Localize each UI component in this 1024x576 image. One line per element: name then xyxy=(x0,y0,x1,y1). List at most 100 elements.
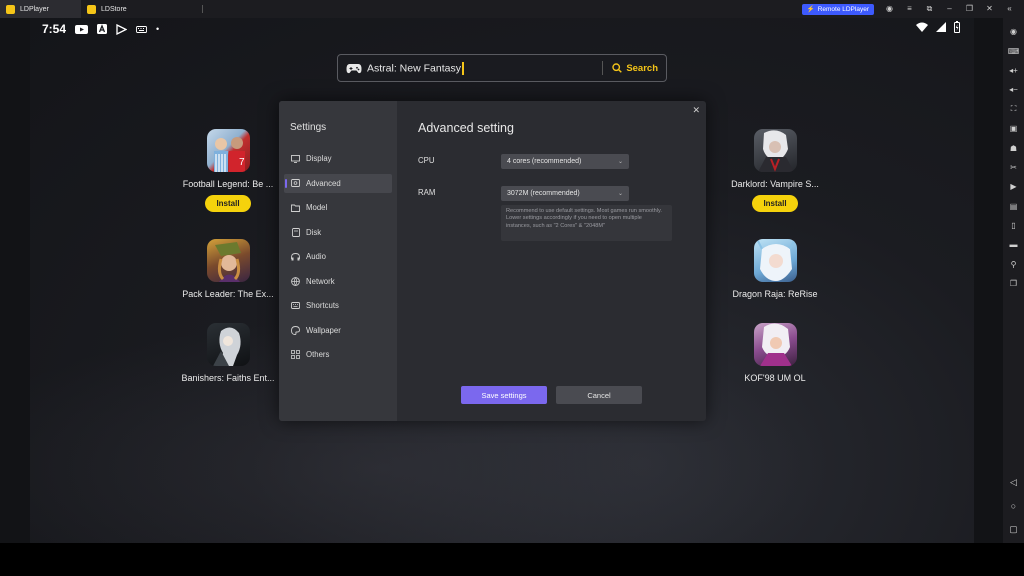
menu-item-label: Shortcuts xyxy=(306,301,339,310)
ldplayer-logo-icon xyxy=(6,4,15,14)
menu-item-model[interactable]: Model xyxy=(284,198,392,217)
ram-value: 3072M (recommended) xyxy=(507,190,580,197)
shake-icon[interactable]: ▯ xyxy=(1003,216,1024,235)
keyboard-mapping-icon[interactable]: ⌨ xyxy=(1003,41,1024,60)
title-bar: LDPlayer LDStore ⚡ Remote LDPlayer ◉ ≡ ⧉… xyxy=(0,0,1024,18)
menu-item-label: Disk xyxy=(306,227,322,237)
record-icon[interactable]: ▶ xyxy=(1003,177,1024,196)
apk-icon[interactable]: ▣ xyxy=(1003,119,1024,138)
grid-icon xyxy=(291,350,300,359)
home-icon[interactable]: ○ xyxy=(1003,501,1024,511)
tab-separator xyxy=(201,5,203,13)
remote-label: Remote LDPlayer xyxy=(817,5,869,13)
hint-line: Recommend to use default settings. Most … xyxy=(506,208,662,214)
settings-menu: Display Advanced Model Disk Audio Networ… xyxy=(284,149,392,370)
search-bar[interactable]: Astral: New Fantasy Search xyxy=(337,54,667,82)
menu-item-advanced[interactable]: Advanced xyxy=(284,173,392,193)
search-button[interactable]: Search xyxy=(612,63,658,74)
app-icon[interactable]: 7 xyxy=(206,129,250,172)
settings-title: Settings xyxy=(290,122,327,133)
app-icon[interactable] xyxy=(753,239,797,282)
menu-icon[interactable]: ≡ xyxy=(905,5,914,13)
app-tile[interactable]: 7 Football Legend: Be ... Install xyxy=(173,129,283,212)
settings-hint: Recommend to use default settings. Most … xyxy=(501,205,672,241)
multi-instance-icon[interactable]: ❐ xyxy=(1003,274,1024,293)
search-input[interactable]: Astral: New Fantasy xyxy=(367,61,602,75)
close-icon[interactable]: ✕ xyxy=(985,5,994,13)
gamepad-icon[interactable]: ◉ xyxy=(1003,22,1024,41)
app-tile[interactable]: Banishers: Faiths Ent... xyxy=(173,323,283,383)
collapse-sidebar-icon[interactable]: « xyxy=(1005,5,1014,13)
folder-icon[interactable]: ▬ xyxy=(1003,235,1024,254)
install-button[interactable]: Install xyxy=(205,195,251,212)
app-tile[interactable]: Dragon Raja: ReRise xyxy=(720,239,830,299)
fullscreen-icon[interactable]: ⧉ xyxy=(925,5,934,13)
volume-down-icon[interactable]: ◂− xyxy=(1003,80,1024,99)
back-icon[interactable]: ◁ xyxy=(1003,477,1024,488)
menu-item-label: Display xyxy=(306,154,332,163)
ram-label: RAM xyxy=(418,188,436,197)
cpu-select[interactable]: 4 cores (recommended) ⌄ xyxy=(501,154,629,169)
app-icon[interactable] xyxy=(753,129,797,172)
minimize-icon[interactable]: – xyxy=(945,5,954,13)
folder-icon xyxy=(291,203,300,212)
remote-ldplayer-button[interactable]: ⚡ Remote LDPlayer xyxy=(801,3,874,15)
settings-sidebar: Settings Display Advanced Model Disk Aud… xyxy=(279,101,397,421)
menu-item-audio[interactable]: Audio xyxy=(284,247,392,266)
menu-item-others[interactable]: Others xyxy=(284,345,392,364)
install-button[interactable]: Install xyxy=(752,195,798,212)
app-icon[interactable] xyxy=(206,239,250,282)
menu-item-disk[interactable]: Disk xyxy=(284,223,392,242)
volume-up-icon[interactable]: ◂+ xyxy=(1003,61,1024,80)
cpu-label: CPU xyxy=(418,156,435,165)
right-border xyxy=(974,18,1003,543)
menu-item-wallpaper[interactable]: Wallpaper xyxy=(284,321,392,340)
menu-item-network[interactable]: Network xyxy=(284,272,392,291)
app-tile[interactable]: KOF'98 UM OL xyxy=(720,323,830,383)
app-name: Banishers: Faiths Ent... xyxy=(181,373,275,383)
screenshot-icon[interactable]: ⛶ xyxy=(1003,100,1024,119)
signal-icon xyxy=(936,22,946,32)
clock: 7:54 xyxy=(42,22,67,36)
a-icon xyxy=(97,24,108,34)
account-icon[interactable]: ◉ xyxy=(885,5,894,13)
app-icon[interactable] xyxy=(206,323,250,366)
app-name: Football Legend: Be ... xyxy=(182,179,274,189)
menu-item-label: Others xyxy=(306,350,330,359)
save-settings-button[interactable]: Save settings xyxy=(461,386,547,404)
app-name: Pack Leader: The Ex... xyxy=(182,289,274,299)
hint-line: Lower settings accordingly if you need t… xyxy=(506,215,642,229)
text-caret xyxy=(461,61,464,75)
tab-ldstore[interactable]: LDStore xyxy=(81,0,209,18)
app-tile[interactable]: Darklord: Vampire S... Install xyxy=(720,129,830,212)
cpu-value: 4 cores (recommended) xyxy=(507,158,582,165)
dot-icon: • xyxy=(156,24,160,34)
menu-item-label: Network xyxy=(306,276,335,286)
menu-item-shortcuts[interactable]: Shortcuts xyxy=(284,296,392,315)
close-dialog-icon[interactable]: ✕ xyxy=(692,105,700,116)
keyboard-icon xyxy=(136,25,147,33)
monitor-icon xyxy=(291,154,300,163)
robot-icon[interactable]: ☗ xyxy=(1003,138,1024,157)
app-name: Dragon Raja: ReRise xyxy=(732,289,818,299)
cancel-button[interactable]: Cancel xyxy=(556,386,642,404)
status-bar: 7:54 • xyxy=(42,21,159,37)
restore-icon[interactable]: ❐ xyxy=(965,5,974,13)
menu-item-label: Audio xyxy=(306,252,326,261)
menu-item-display[interactable]: Display xyxy=(284,149,392,168)
script-icon[interactable]: ▤ xyxy=(1003,197,1024,216)
tab-label: LDStore xyxy=(101,5,127,13)
youtube-icon xyxy=(75,24,89,34)
app-tile[interactable]: Pack Leader: The Ex... xyxy=(173,239,283,299)
panel-heading: Advanced setting xyxy=(418,121,514,135)
app-name: Darklord: Vampire S... xyxy=(731,179,819,189)
search-icon xyxy=(612,63,623,73)
ram-select[interactable]: 3072M (recommended) ⌄ xyxy=(501,186,629,201)
recents-icon[interactable]: ▢ xyxy=(1003,524,1024,535)
menu-item-label: Advanced xyxy=(306,178,341,188)
tab-ldplayer[interactable]: LDPlayer xyxy=(0,0,81,18)
battery-icon xyxy=(954,21,960,33)
app-icon[interactable] xyxy=(753,323,797,366)
scissors-icon[interactable]: ✂ xyxy=(1003,158,1024,177)
location-icon[interactable]: ⚲ xyxy=(1003,255,1024,274)
